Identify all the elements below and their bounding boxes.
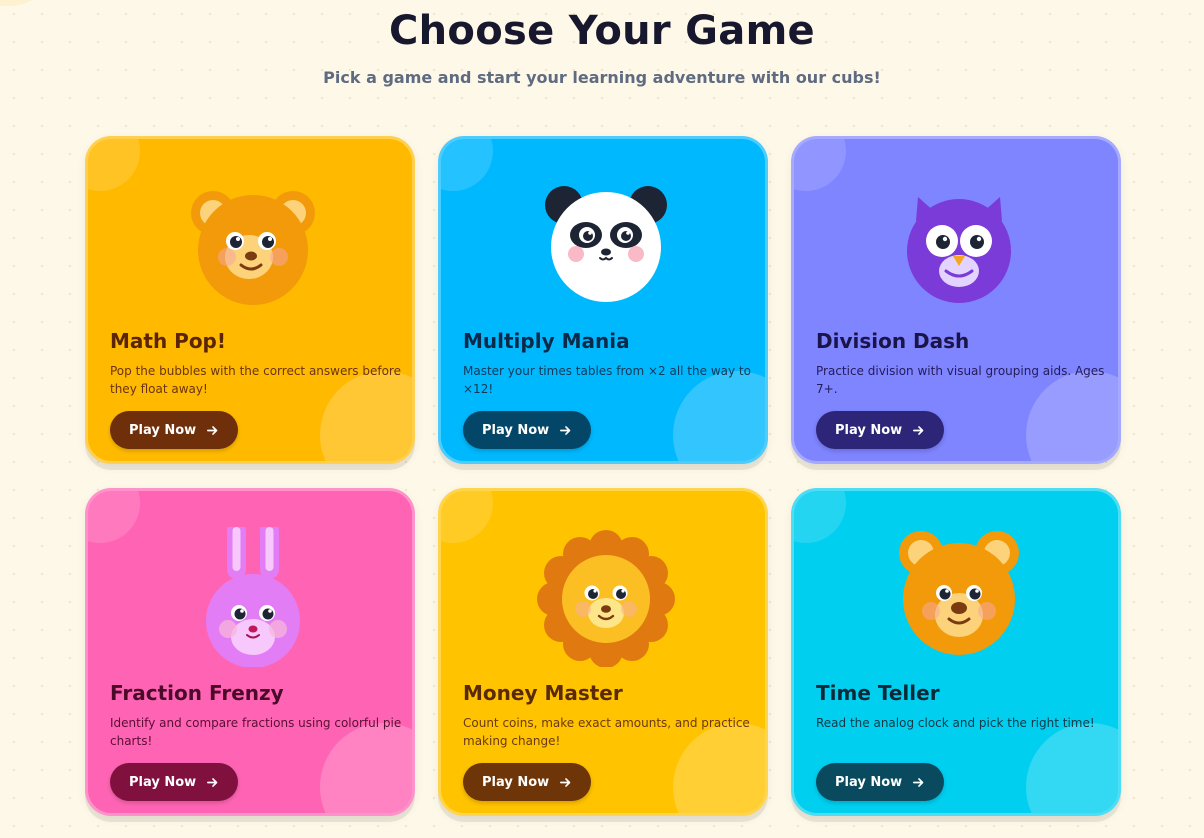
panda-icon [536, 175, 676, 315]
play-now-label: Play Now [129, 774, 197, 790]
play-now-button[interactable]: Play Now [816, 411, 945, 449]
card-description: Identify and compare fractions using col… [110, 716, 402, 748]
arrow-right-icon [206, 776, 219, 789]
play-now-label: Play Now [835, 422, 903, 438]
arrow-right-icon [912, 424, 925, 437]
play-now-button[interactable]: Play Now [110, 763, 239, 801]
game-card-time-teller[interactable]: Time Teller Read the analog clock and pi… [791, 488, 1121, 816]
card-title: Fraction Frenzy [110, 681, 284, 705]
play-now-button[interactable]: Play Now [463, 763, 592, 801]
play-now-button[interactable]: Play Now [463, 411, 592, 449]
card-description: Pop the bubbles with the correct answers… [110, 364, 401, 396]
play-now-label: Play Now [129, 422, 197, 438]
card-description: Practice division with visual grouping a… [816, 364, 1105, 396]
play-now-label: Play Now [482, 422, 550, 438]
game-card-money-master[interactable]: Money Master Count coins, make exact amo… [438, 488, 768, 816]
bunny-icon [183, 527, 323, 667]
card-description: Master your times tables from ×2 all the… [463, 364, 751, 396]
game-card-math-pop[interactable]: Math Pop! Pop the bubbles with the corre… [85, 136, 415, 464]
card-title: Division Dash [816, 329, 970, 353]
arrow-right-icon [912, 776, 925, 789]
play-now-label: Play Now [482, 774, 550, 790]
play-now-button[interactable]: Play Now [110, 411, 239, 449]
card-title: Math Pop! [110, 329, 226, 353]
owl-icon [889, 175, 1029, 315]
game-card-fraction-frenzy[interactable]: Fraction Frenzy Identify and compare fra… [85, 488, 415, 816]
play-now-label: Play Now [835, 774, 903, 790]
card-title: Money Master [463, 681, 623, 705]
arrow-right-icon [559, 776, 572, 789]
page-subtitle: Pick a game and start your learning adve… [323, 68, 881, 87]
game-grid: Math Pop! Pop the bubbles with the corre… [85, 136, 1121, 816]
game-card-division-dash[interactable]: Division Dash Practice division with vis… [791, 136, 1121, 464]
bear-cub-icon [889, 527, 1029, 667]
lion-icon [536, 527, 676, 667]
play-now-button[interactable]: Play Now [816, 763, 945, 801]
corner-decoration [0, 0, 55, 6]
page-title: Choose Your Game [389, 8, 815, 54]
card-description: Count coins, make exact amounts, and pra… [463, 716, 750, 748]
card-title: Multiply Mania [463, 329, 630, 353]
card-description: Read the analog clock and pick the right… [816, 716, 1095, 730]
arrow-right-icon [206, 424, 219, 437]
card-title: Time Teller [816, 681, 940, 705]
game-card-multiply-mania[interactable]: Multiply Mania Master your times tables … [438, 136, 768, 464]
bear-icon [183, 175, 323, 315]
arrow-right-icon [559, 424, 572, 437]
